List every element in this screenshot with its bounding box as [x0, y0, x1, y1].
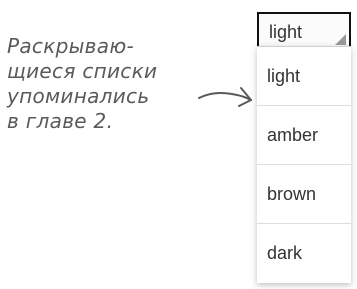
menu-item-brown[interactable]: brown	[257, 165, 351, 224]
annotation-line: Раскрываю-	[7, 34, 134, 58]
annotation-line: упоминались	[7, 84, 150, 108]
annotation-line: щиеся списки	[7, 59, 158, 83]
dropdown-triangle-icon	[335, 34, 346, 45]
annotation-text: Раскрываю- щиеся списки упоминались в гл…	[7, 34, 212, 134]
annotation-line: в главе 2.	[7, 109, 114, 133]
spinner[interactable]: light light amber brown dark	[257, 12, 351, 283]
menu-item-dark[interactable]: dark	[257, 224, 351, 283]
spinner-dropdown-menu: light amber brown dark	[257, 46, 351, 283]
curved-arrow-icon	[198, 87, 252, 107]
spinner-selected[interactable]: light	[259, 14, 349, 48]
spinner-selected-label: light	[269, 22, 303, 42]
menu-item-amber[interactable]: amber	[257, 106, 351, 165]
menu-item-light[interactable]: light	[257, 47, 351, 106]
